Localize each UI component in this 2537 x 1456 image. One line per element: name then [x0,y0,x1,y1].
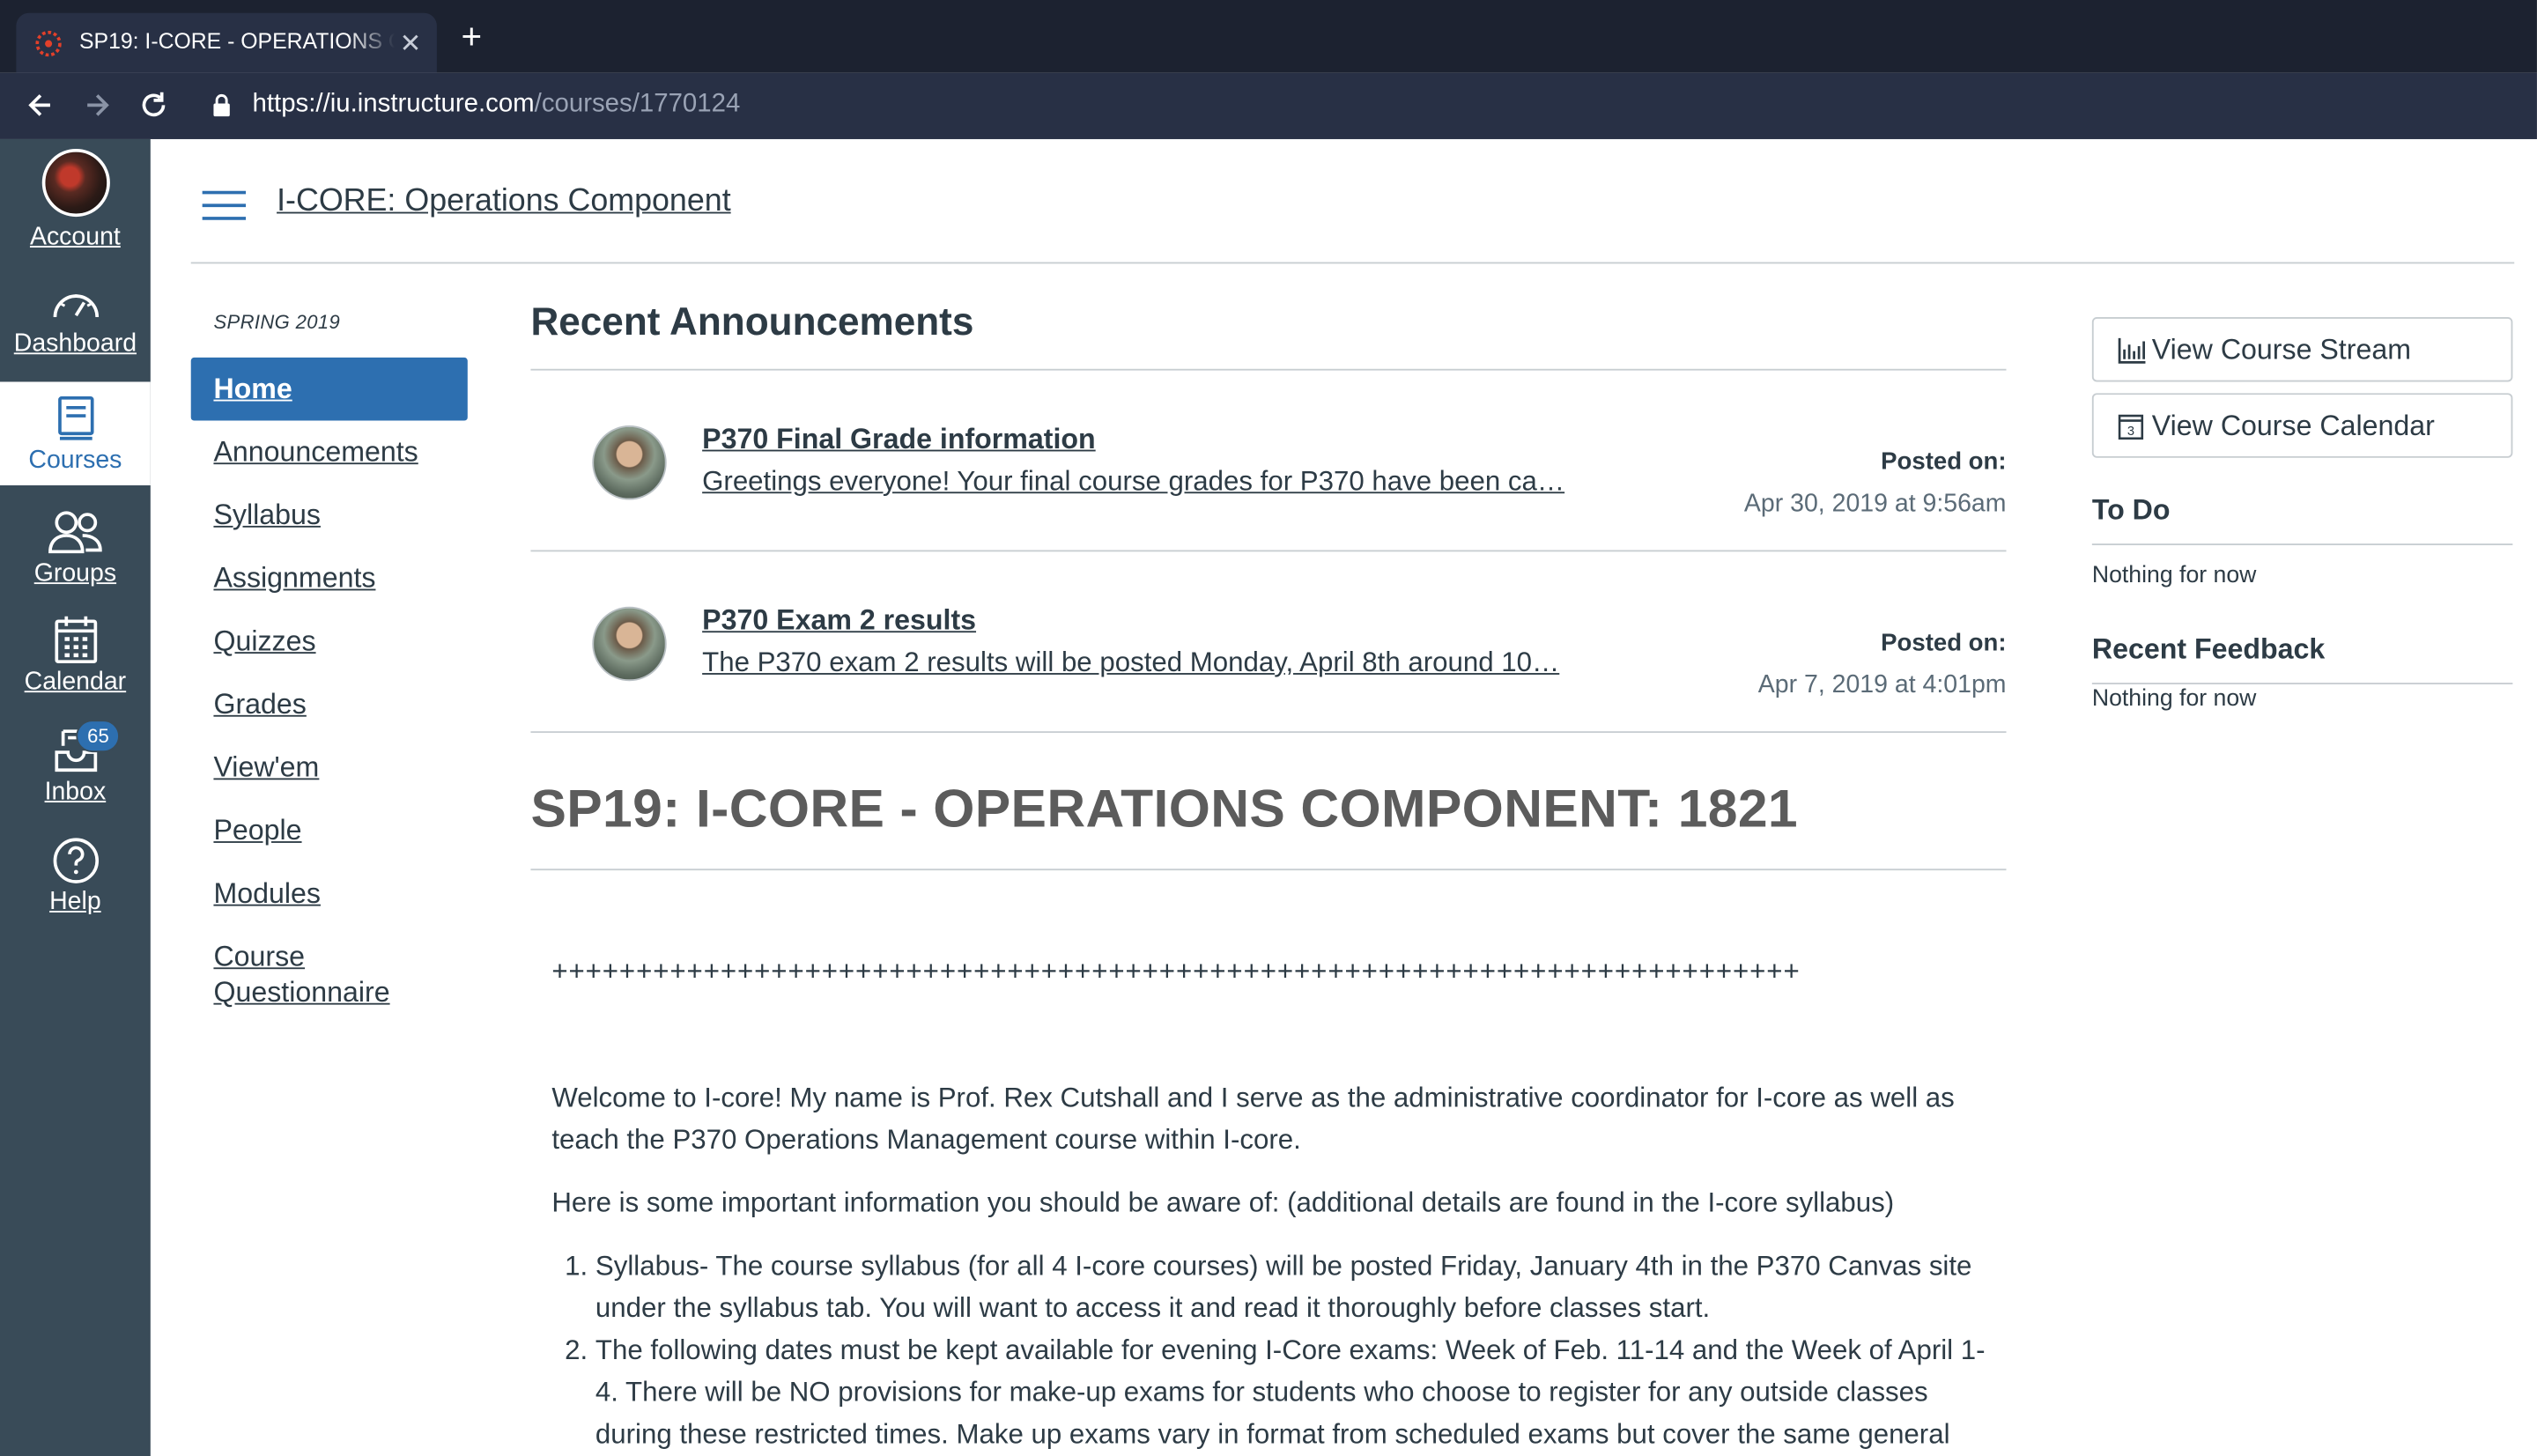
course-nav-grades[interactable]: Grades [191,673,468,736]
author-avatar [592,606,667,682]
page-title: SP19: I-CORE - OPERATIONS COMPONENT: 182… [530,733,2007,871]
address-bar: https://iu.instructure.com/courses/17701… [0,72,2537,139]
new-tab-icon[interactable]: + [461,18,482,55]
announcement-title-link[interactable]: P370 Final Grade information [702,422,1096,456]
tab-title: SP19: I-CORE - OPERATIONS COMPONENT: 182… [78,29,395,54]
feedback-empty-text: Nothing for now [2091,685,2257,713]
recent-feedback-heading: Recent Feedback [2091,632,2513,684]
view-course-stream-label: View Course Stream [2151,333,2411,366]
todo-heading: To Do [2091,493,2513,545]
global-nav-inbox-label: Inbox [44,778,107,806]
course-title-link[interactable]: I-CORE: Operations Component [277,183,731,220]
author-avatar [592,425,667,500]
svg-text:3: 3 [2127,425,2134,439]
todo-empty-text: Nothing for now [2091,563,2257,589]
lock-icon [213,93,230,117]
groups-people-icon [48,511,101,554]
stream-chart-icon [2118,337,2146,364]
announcement-item: P370 Exam 2 results The P370 exam 2 resu… [530,551,2007,734]
global-nav-dashboard[interactable]: Dashboard [0,282,151,379]
global-nav-help[interactable]: Help [0,837,151,937]
calendar-icon [54,616,97,664]
header-divider [190,262,2515,264]
announcement-title-link[interactable]: P370 Exam 2 results [702,603,976,638]
global-nav-account[interactable]: Account [0,148,151,262]
forward-arrow-icon[interactable] [81,89,114,122]
back-arrow-icon[interactable] [25,89,57,122]
global-nav-courses[interactable]: Courses [0,381,151,486]
browser-tab-bar: SP19: I-CORE - OPERATIONS COMPONENT: 182… [0,0,2537,73]
announcement-excerpt-link[interactable]: Greetings everyone! Your final course gr… [702,466,1564,499]
course-nav-viewem[interactable]: View'em [191,736,468,800]
global-nav-groups-label: Groups [33,559,117,588]
dashboard-gauge-icon [52,294,99,318]
global-nav-inbox[interactable]: 65 Inbox [0,720,151,827]
posted-date: Apr 7, 2019 at 4:01pm [1757,671,2007,699]
global-nav-groups[interactable]: Groups [0,508,151,605]
page-body: ++++++++++++++++++++++++++++++++++++++++… [530,951,2006,1456]
course-nav-people[interactable]: People [191,799,468,862]
help-question-icon [52,838,99,883]
course-nav-syllabus[interactable]: Syllabus [191,484,468,547]
view-course-calendar-label: View Course Calendar [2151,409,2435,442]
url-field[interactable]: https://iu.instructure.com/courses/17701… [253,91,741,120]
main-content: Recent Announcements P370 Final Grade in… [530,301,2007,1456]
global-nav-calendar[interactable]: Calendar [0,613,151,713]
divider-plus-line: ++++++++++++++++++++++++++++++++++++++++… [551,956,1801,987]
list-item: The following dates must be kept availab… [595,1330,1986,1456]
hamburger-menu-icon[interactable] [202,189,247,222]
info-list: Syllabus- The course syllabus (for all 4… [551,1245,1986,1456]
inbox-unread-badge: 65 [76,720,121,753]
browser-tab[interactable]: SP19: I-CORE - OPERATIONS COMPONENT: 182… [16,12,437,73]
reload-icon[interactable] [137,89,170,122]
view-course-stream-button[interactable]: View Course Stream [2091,316,2513,382]
course-nav-home[interactable]: Home [190,357,468,421]
posted-on-label: Posted on: [1881,629,2007,657]
info-paragraph: Here is some important information you s… [551,1187,1895,1219]
global-nav-dashboard-label: Dashboard [13,329,137,358]
recent-announcements-heading: Recent Announcements [530,301,2007,371]
posted-on-label: Posted on: [1881,447,2007,476]
global-nav: Account Dashboard Courses Groups Calenda… [0,138,151,1456]
global-nav-courses-label: Courses [28,446,122,475]
course-nav-modules[interactable]: Modules [191,862,468,926]
course-nav-assignments[interactable]: Assignments [191,547,468,610]
term-label: SPRING 2019 [213,310,341,334]
list-item: Syllabus- The course syllabus (for all 4… [595,1245,1986,1330]
tab-close-icon[interactable]: ✕ [400,27,422,60]
user-avatar [41,148,109,218]
course-nav-announcements[interactable]: Announcements [191,421,468,484]
course-nav-quizzes[interactable]: Quizzes [191,610,468,673]
calendar-small-icon: 3 [2118,414,2144,440]
view-course-calendar-button[interactable]: 3 View Course Calendar [2091,393,2513,458]
global-nav-account-label: Account [29,223,121,251]
posted-date: Apr 30, 2019 at 9:56am [1743,490,2007,518]
course-nav: Home Announcements Syllabus Assignments … [190,357,468,1010]
announcement-excerpt-link[interactable]: The P370 exam 2 results will be posted M… [702,647,1559,680]
course-nav-course-questionnaire[interactable]: Course Questionnaire [191,926,431,1010]
welcome-paragraph: Welcome to I-core! My name is Prof. Rex … [551,1082,1955,1156]
courses-book-icon [57,395,93,440]
announcement-item: P370 Final Grade information Greetings e… [530,371,2007,552]
global-nav-help-label: Help [49,888,101,916]
canvas-favicon-icon [35,30,62,57]
global-nav-calendar-label: Calendar [24,668,127,696]
